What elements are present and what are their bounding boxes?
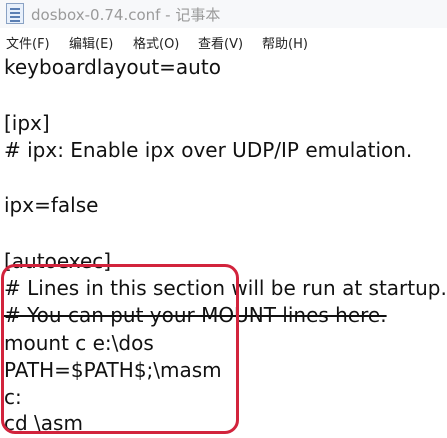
menu-file[interactable]: 文件(F) <box>6 33 50 52</box>
editor-line: PATH=$PATH$;\masm <box>4 358 222 382</box>
text-editor-area[interactable]: keyboardlayout=auto [ipx] # ipx: Enable … <box>0 54 447 438</box>
editor-line: ipx=false <box>4 193 99 217</box>
menu-format[interactable]: 格式(O) <box>133 33 179 52</box>
menu-help[interactable]: 帮助(H) <box>262 33 308 52</box>
menu-edit[interactable]: 编辑(E) <box>69 33 113 52</box>
editor-line: cd \asm <box>4 411 83 435</box>
editor-line: c: <box>4 385 22 409</box>
editor-line: mount c e:\dos <box>4 331 154 355</box>
editor-line: [ipx] <box>4 111 50 135</box>
notepad-icon <box>6 3 24 24</box>
editor-line: [autoexec] <box>4 249 112 273</box>
editor-line: # ipx: Enable ipx over UDP/IP emulation. <box>4 138 413 162</box>
editor-line: # Lines in this section will be run at s… <box>4 276 447 300</box>
menu-bar: 文件(F) 编辑(E) 格式(O) 查看(V) 帮助(H) <box>0 30 447 52</box>
title-bar: dosbox-0.74.conf - 记事本 <box>0 0 447 28</box>
window-title: dosbox-0.74.conf - 记事本 <box>31 6 221 24</box>
menu-view[interactable]: 查看(V) <box>198 33 243 52</box>
editor-line: # You can put your MOUNT lines here. <box>4 303 387 327</box>
editor-line: keyboardlayout=auto <box>4 55 221 79</box>
